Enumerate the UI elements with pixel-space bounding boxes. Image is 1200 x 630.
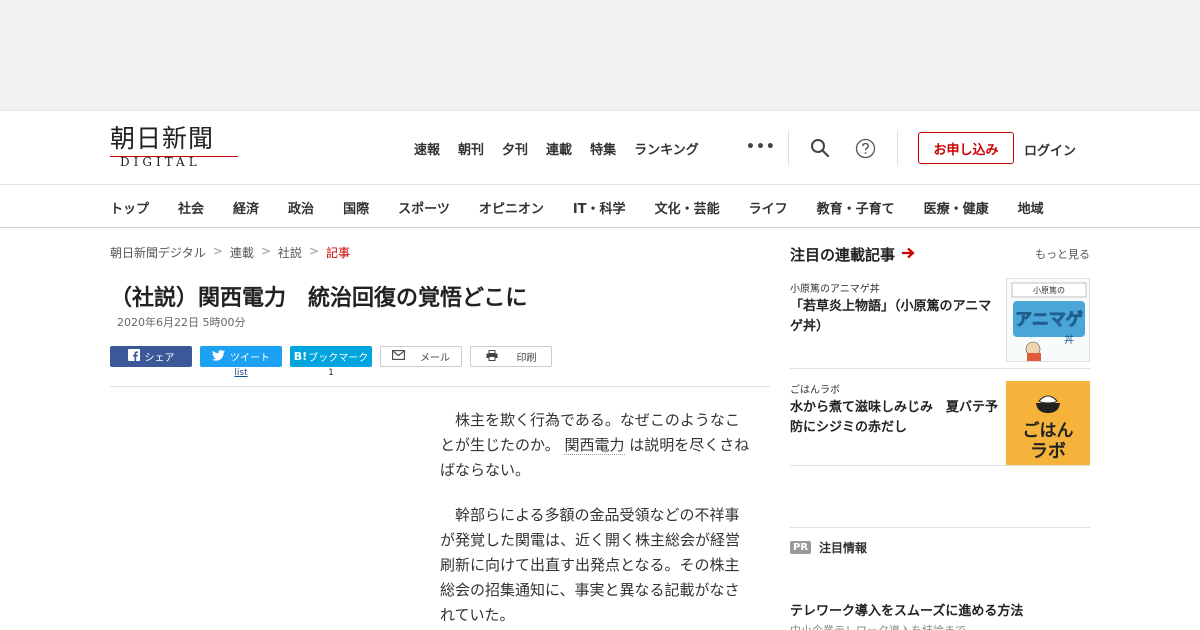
animage-thumbnail[interactable]: 小原篤の アニマゲ 丼 [1006,278,1090,362]
ad-banner-area [0,0,1200,110]
login-link[interactable]: ログイン [1024,140,1076,159]
print-label: 印刷 [516,353,537,364]
category-item[interactable]: スポーツ [398,198,450,217]
breadcrumb-separator: > [260,244,271,258]
category-nav: トップ 社会 経済 政治 国際 スポーツ オピニオン IT・科学 文化・芸能 ラ… [0,184,1200,228]
mail-icon [392,350,405,363]
site-header: 朝日新聞 DIGITAL 速報 朝刊 夕刊 連載 特集 ランキング ••• お申… [0,110,1200,184]
category-item[interactable]: 医療・健康 [924,198,989,217]
top-nav-item[interactable]: 速報 [414,139,440,158]
article-divider [110,386,770,387]
sidebar-card[interactable]: ごはんラボ 水から煮て滋味しみじみ 夏バテ予防にシジミの赤だし ごはん ラボ [790,369,1090,466]
article-body: 株主を欺く行為である。なぜこのようなことが生じたのか。 関西電力 は説明を尽くさ… [440,408,750,630]
top-nav: 速報 朝刊 夕刊 連載 特集 ランキング [414,139,717,158]
breadcrumb-separator: > [308,244,319,258]
header-divider [788,131,789,165]
arrow-right-icon [901,245,915,263]
breadcrumb-separator: > [212,244,223,258]
breadcrumb: 朝日新聞デジタル > 連載 > 社説 > 記事 [110,244,350,261]
header-divider [897,131,898,165]
category-item[interactable]: 国際 [343,198,369,217]
breadcrumb-item[interactable]: 社説 [278,244,302,261]
hatena-icon: B! [293,350,308,363]
article-date: 2020年6月22日 5時00分 [117,316,246,329]
site-logo[interactable]: 朝日新聞 DIGITAL [110,125,242,169]
category-item[interactable]: 政治 [288,198,314,217]
twitter-share-count[interactable]: list [200,368,282,378]
top-nav-item[interactable]: 特集 [590,139,616,158]
hatena-bookmark-button[interactable]: B! ブックマーク 1 [290,346,372,378]
subscribe-button[interactable]: お申し込み [918,132,1014,164]
pr-article-subtitle[interactable]: 中小企業テレワーク導入を結論まで [790,622,966,630]
top-nav-item[interactable]: ランキング [634,139,699,158]
logo-title: 朝日新聞 [110,124,215,153]
thumb-line2-text: ラボ [1030,441,1066,462]
category-item[interactable]: 社会 [178,198,204,217]
breadcrumb-item[interactable]: 連載 [230,244,254,261]
thumb-line1-text: ごはん [1023,420,1074,441]
mail-share-label: メール [420,353,450,364]
sidebar-title[interactable]: 注目の連載記事 [790,244,915,265]
twitter-icon [212,349,225,364]
more-menu-button[interactable]: ••• [746,139,776,155]
category-item[interactable]: 経済 [233,198,259,217]
article-paragraph: 株主を欺く行為である。なぜこのようなことが生じたのか。 関西電力 は説明を尽くさ… [440,408,750,483]
thumb-sub-text: 丼 [1064,333,1074,346]
card-title[interactable]: 水から煮て滋味しみじみ 夏バテ予防にシジミの赤だし [790,398,998,438]
category-item[interactable]: 教育・子育て [817,198,895,217]
top-nav-item[interactable]: 朝刊 [458,139,484,158]
category-item[interactable]: 地域 [1018,198,1044,217]
pr-badge: PR [790,541,812,554]
sidebar: 注目の連載記事 もっと見る 小原篤のアニマゲ丼 「若草炎上物語」（小原篤のアニマ… [790,242,1090,466]
search-icon[interactable] [809,137,831,159]
hatena-bookmark-count[interactable]: 1 [290,368,372,378]
print-button[interactable]: 印刷 [470,346,552,367]
article-headline: （社説）関西電力 統治回復の覚悟どこに [110,286,528,311]
card-series: 小原篤のアニマゲ丼 [790,284,880,295]
facebook-share-button[interactable]: シェア [110,346,192,367]
sidebar-header: 注目の連載記事 もっと見る [790,242,1090,266]
top-nav-item[interactable]: 連載 [546,139,572,158]
mail-share-button[interactable]: メール [380,346,462,367]
article-paragraph: 幹部らによる多額の金品受領などの不祥事が発覚した関電は、近く開く株主総会が経営刷… [440,503,750,628]
logo-underline [110,156,238,157]
top-nav-item[interactable]: 夕刊 [502,139,528,158]
pr-section-header: PR 注目情報 [790,527,1090,567]
keyword-link[interactable]: 関西電力 [564,436,625,455]
sidebar-card[interactable]: 小原篤のアニマゲ丼 「若草炎上物語」（小原篤のアニマゲ丼） 小原篤の アニマゲ … [790,272,1090,369]
logo-subtitle: DIGITAL [120,155,201,169]
twitter-share-label: ツイート [230,353,270,364]
breadcrumb-item[interactable]: 朝日新聞デジタル [110,244,206,261]
share-buttons: シェア ツイート list B! ブックマーク 1 メール 印刷 [110,346,552,378]
category-item[interactable]: IT・科学 [573,198,626,217]
print-icon [486,349,498,364]
twitter-share-button[interactable]: ツイート list [200,346,282,378]
category-item[interactable]: ライフ [749,198,788,217]
category-item[interactable]: トップ [110,198,149,217]
thumb-top-text: 小原篤の [1033,285,1065,295]
help-icon[interactable] [854,137,876,159]
pr-label: 注目情報 [819,541,868,555]
category-item[interactable]: オピニオン [479,198,544,217]
pr-article-title[interactable]: テレワーク導入をスムーズに進める方法 [790,600,1023,619]
breadcrumb-current: 記事 [325,246,350,260]
paragraph-text: 幹部らによる多額の金品受領などの不祥事が発覚した関電は、近く開く株主総会が経営刷… [440,506,741,624]
sidebar-title-text: 注目の連載記事 [790,245,896,264]
card-series: ごはんラボ [790,385,840,396]
hatena-bookmark-label: ブックマーク [308,353,369,364]
facebook-icon [127,349,140,364]
thumb-main-text: アニマゲ [1015,309,1083,330]
facebook-share-label: シェア [144,353,175,364]
gohan-labo-thumbnail[interactable]: ごはん ラボ [1006,381,1090,465]
sidebar-more-link[interactable]: もっと見る [1035,246,1090,262]
category-item[interactable]: 文化・芸能 [655,198,720,217]
card-title[interactable]: 「若草炎上物語」（小原篤のアニマゲ丼） [790,297,998,337]
